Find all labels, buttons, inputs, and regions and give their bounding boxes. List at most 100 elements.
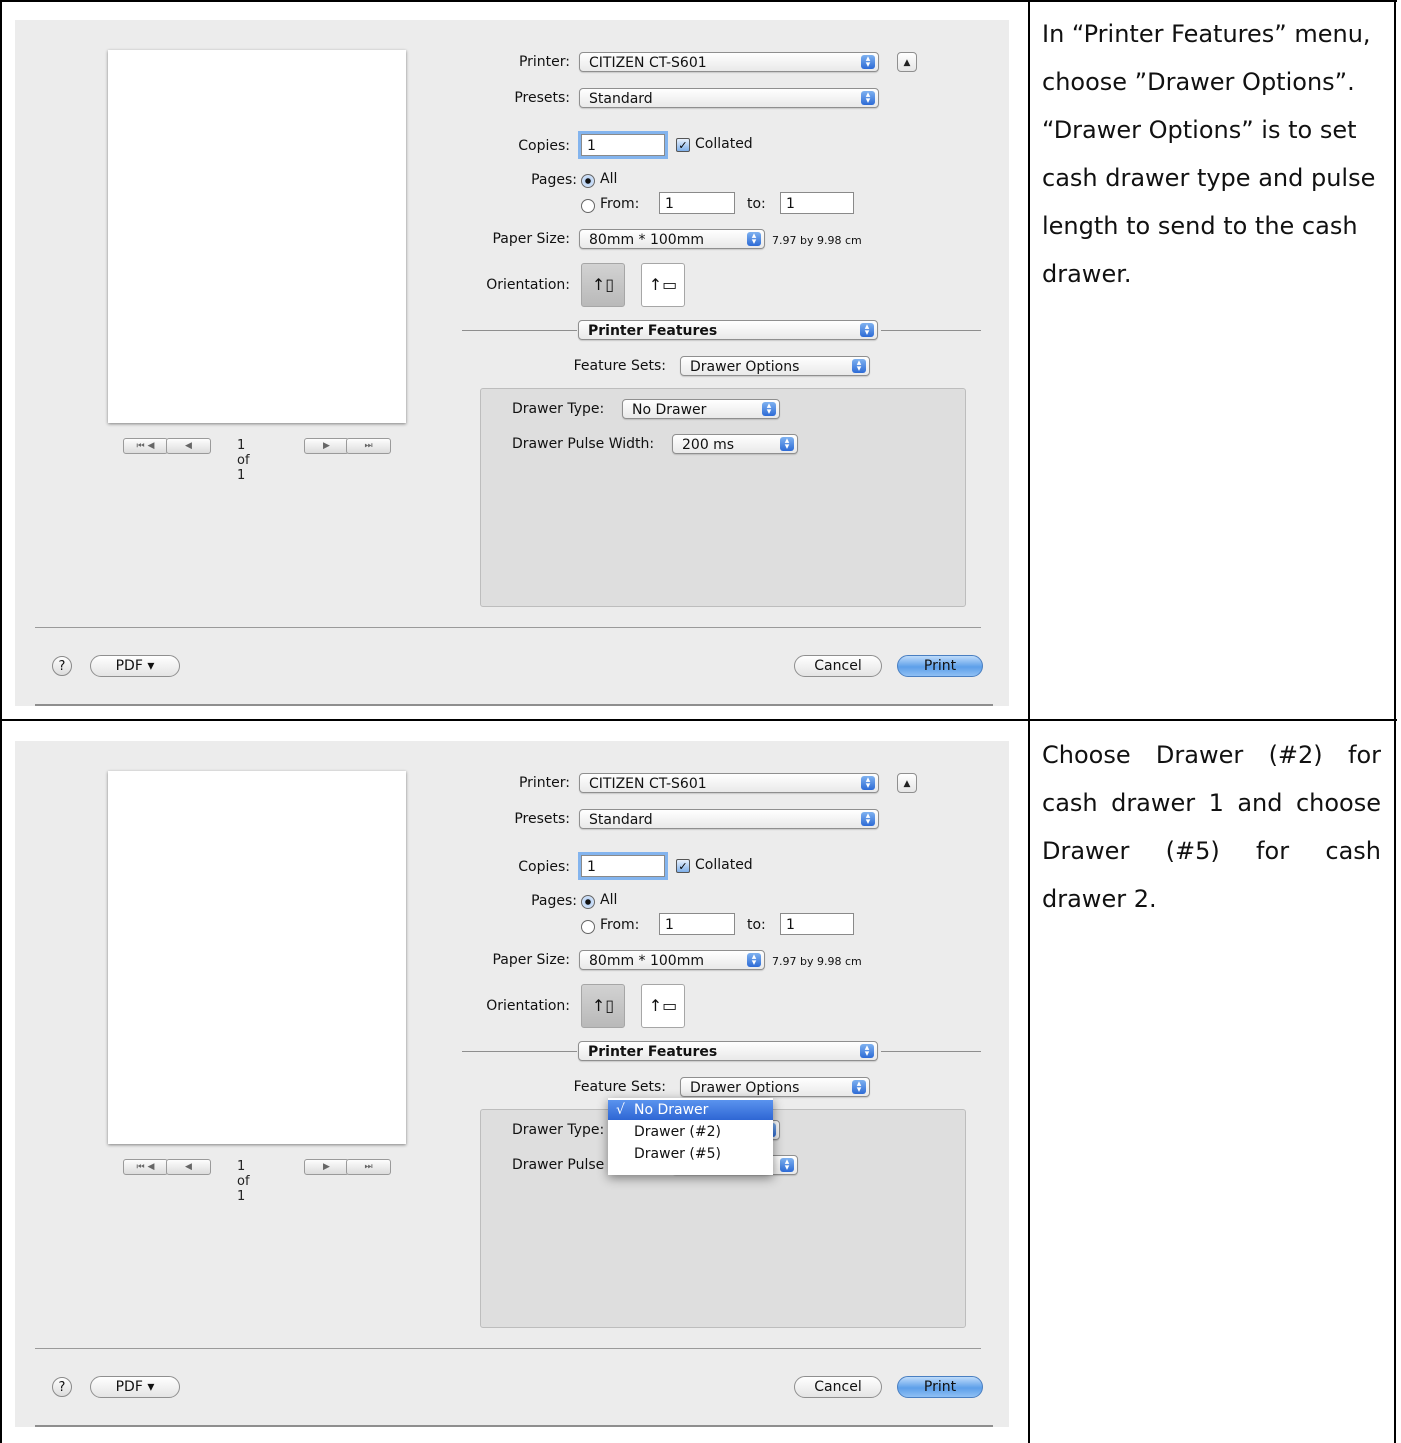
menu-item-drawer-2[interactable]: Drawer (#2): [608, 1122, 773, 1142]
pages-to-field[interactable]: 1: [780, 913, 854, 935]
portrait-orientation-button[interactable]: ↑▯: [581, 984, 625, 1028]
disclosure-button[interactable]: ▲: [897, 773, 917, 793]
drawer-type-value: No Drawer: [632, 402, 707, 418]
panel-bottom-rule: [35, 704, 993, 706]
pages-from-radio[interactable]: [581, 920, 595, 934]
pages-all-label: All: [600, 892, 618, 908]
popup-arrows-icon: ▴▾: [860, 323, 874, 338]
help-icon[interactable]: ?: [52, 656, 72, 676]
next-page-button[interactable]: ▶: [304, 438, 349, 454]
pages-from-label: From:: [600, 196, 640, 212]
collated-checkbox[interactable]: ✓: [676, 138, 690, 152]
feature-sets-popup[interactable]: Drawer Options ▴ ▾: [680, 356, 870, 376]
popup-arrows-icon: ▴▾: [762, 402, 776, 417]
drawer-type-popup[interactable]: No Drawer ▴ ▾: [622, 399, 780, 419]
pdf-button[interactable]: PDF ▾: [90, 1376, 180, 1398]
drawer-pulse-label: Drawer Pulse: [512, 1157, 605, 1173]
previous-page-button[interactable]: ◀: [166, 438, 211, 454]
portrait-orientation-button[interactable]: ↑▯: [581, 263, 625, 307]
disclosure-button[interactable]: ▲: [897, 52, 917, 72]
checkmark-icon: √: [616, 1102, 625, 1118]
pages-from-field[interactable]: 1: [659, 913, 735, 935]
drawer-pulse-popup[interactable]: 200 ms ▴ ▾: [672, 434, 798, 454]
pages-all-radio[interactable]: [581, 174, 595, 188]
pdf-button[interactable]: PDF ▾: [90, 655, 180, 677]
popup-arrows-icon: ▴▾: [747, 953, 761, 968]
panel-bottom-rule: [35, 1425, 993, 1427]
paper-size-popup[interactable]: 80mm * 100mm ▴ ▾: [579, 229, 765, 249]
pages-to-field[interactable]: 1: [780, 192, 854, 214]
page-preview: [108, 50, 406, 423]
copies-field[interactable]: 1: [581, 134, 665, 156]
table-border-center: [1028, 0, 1030, 1443]
printer-popup[interactable]: CITIZEN CT-S601 ▴ ▾: [579, 773, 879, 793]
pages-to-label: to:: [747, 196, 766, 212]
next-page-button[interactable]: ▶: [304, 1159, 349, 1175]
copies-field[interactable]: 1: [581, 855, 665, 877]
paper-size-popup[interactable]: 80mm * 100mm ▴ ▾: [579, 950, 765, 970]
presets-popup[interactable]: Standard ▴ ▾: [579, 809, 879, 829]
help-icon[interactable]: ?: [52, 1377, 72, 1397]
paper-size-dimensions: 7.97 by 9.98 cm: [772, 234, 862, 247]
presets-popup[interactable]: Standard ▴ ▾: [579, 88, 879, 108]
footer-divider: [35, 627, 981, 628]
menu-item-drawer-5[interactable]: Drawer (#5): [608, 1144, 773, 1164]
popup-arrows-icon: ▴▾: [780, 1158, 794, 1173]
first-page-button[interactable]: ⏮ ◀: [123, 438, 168, 454]
copies-label: Copies:: [518, 138, 570, 154]
paper-size-label: Paper Size:: [492, 231, 570, 247]
popup-arrows-icon: ▴▾: [860, 1044, 874, 1059]
popup-arrows-icon: ▴▾: [861, 55, 875, 70]
cancel-button[interactable]: Cancel: [794, 1376, 882, 1398]
first-page-button[interactable]: ⏮ ◀: [123, 1159, 168, 1175]
section-popup[interactable]: Printer Features ▴ ▾: [578, 320, 878, 340]
section-separator-left: [462, 330, 577, 331]
popup-arrows-icon: ▴▾: [861, 812, 875, 827]
landscape-orientation-button[interactable]: ↑▭: [641, 263, 685, 307]
page-preview: [108, 771, 406, 1144]
cancel-button[interactable]: Cancel: [794, 655, 882, 677]
section-popup[interactable]: Printer Features ▴ ▾: [578, 1041, 878, 1061]
feature-sets-label: Feature Sets:: [573, 358, 666, 374]
collated-label: Collated: [695, 136, 753, 152]
copies-label: Copies:: [518, 859, 570, 875]
menu-item-no-drawer[interactable]: √ No Drawer: [608, 1100, 773, 1120]
printer-popup[interactable]: CITIZEN CT-S601 ▴ ▾: [579, 52, 879, 72]
print-dialog-2: ⏮ ◀ ◀ 1 of 1 ▶ ⏭ Printer: CITIZEN CT-S60…: [15, 741, 1009, 1427]
pages-from-label: From:: [600, 917, 640, 933]
printer-label: Printer:: [518, 54, 570, 70]
pages-from-field[interactable]: 1: [659, 192, 735, 214]
paper-size-value: 80mm * 100mm: [589, 232, 704, 248]
table-border-left: [0, 0, 2, 1443]
printer-value: CITIZEN CT-S601: [589, 55, 707, 71]
print-button[interactable]: Print: [897, 1376, 983, 1398]
printer-value: CITIZEN CT-S601: [589, 776, 707, 792]
orientation-label: Orientation:: [486, 277, 570, 293]
feature-options-box: [480, 388, 966, 607]
pages-all-radio[interactable]: [581, 895, 595, 909]
pages-label: Pages:: [531, 172, 577, 188]
section-value: Printer Features: [588, 1044, 718, 1060]
drawer-pulse-label: Drawer Pulse Width:: [512, 436, 655, 452]
previous-page-button[interactable]: ◀: [166, 1159, 211, 1175]
presets-label: Presets:: [514, 90, 570, 106]
footer-divider: [35, 1348, 981, 1349]
orientation-label: Orientation:: [486, 998, 570, 1014]
feature-sets-popup[interactable]: Drawer Options ▴ ▾: [680, 1077, 870, 1097]
presets-value: Standard: [589, 91, 653, 107]
section-separator-right: [881, 330, 981, 331]
collated-checkbox[interactable]: ✓: [676, 859, 690, 873]
print-button[interactable]: Print: [897, 655, 983, 677]
instruction-step-1: In “Printer Features” menu, choose ”Draw…: [1042, 20, 1376, 288]
instruction-step-2: Choose Drawer (#2) for cash drawer 1 and…: [1042, 741, 1381, 913]
landscape-orientation-button[interactable]: ↑▭: [641, 984, 685, 1028]
popup-arrows-icon: ▴▾: [861, 776, 875, 791]
last-page-button[interactable]: ⏭: [346, 438, 391, 454]
last-page-button[interactable]: ⏭: [346, 1159, 391, 1175]
popup-arrows-icon: ▴▾: [852, 1080, 866, 1095]
pages-from-radio[interactable]: [581, 199, 595, 213]
drawer-type-label: Drawer Type:: [512, 401, 605, 417]
feature-sets-value: Drawer Options: [690, 359, 800, 375]
drawer-type-label: Drawer Type:: [512, 1122, 605, 1138]
table-border-top: [0, 0, 1397, 2]
